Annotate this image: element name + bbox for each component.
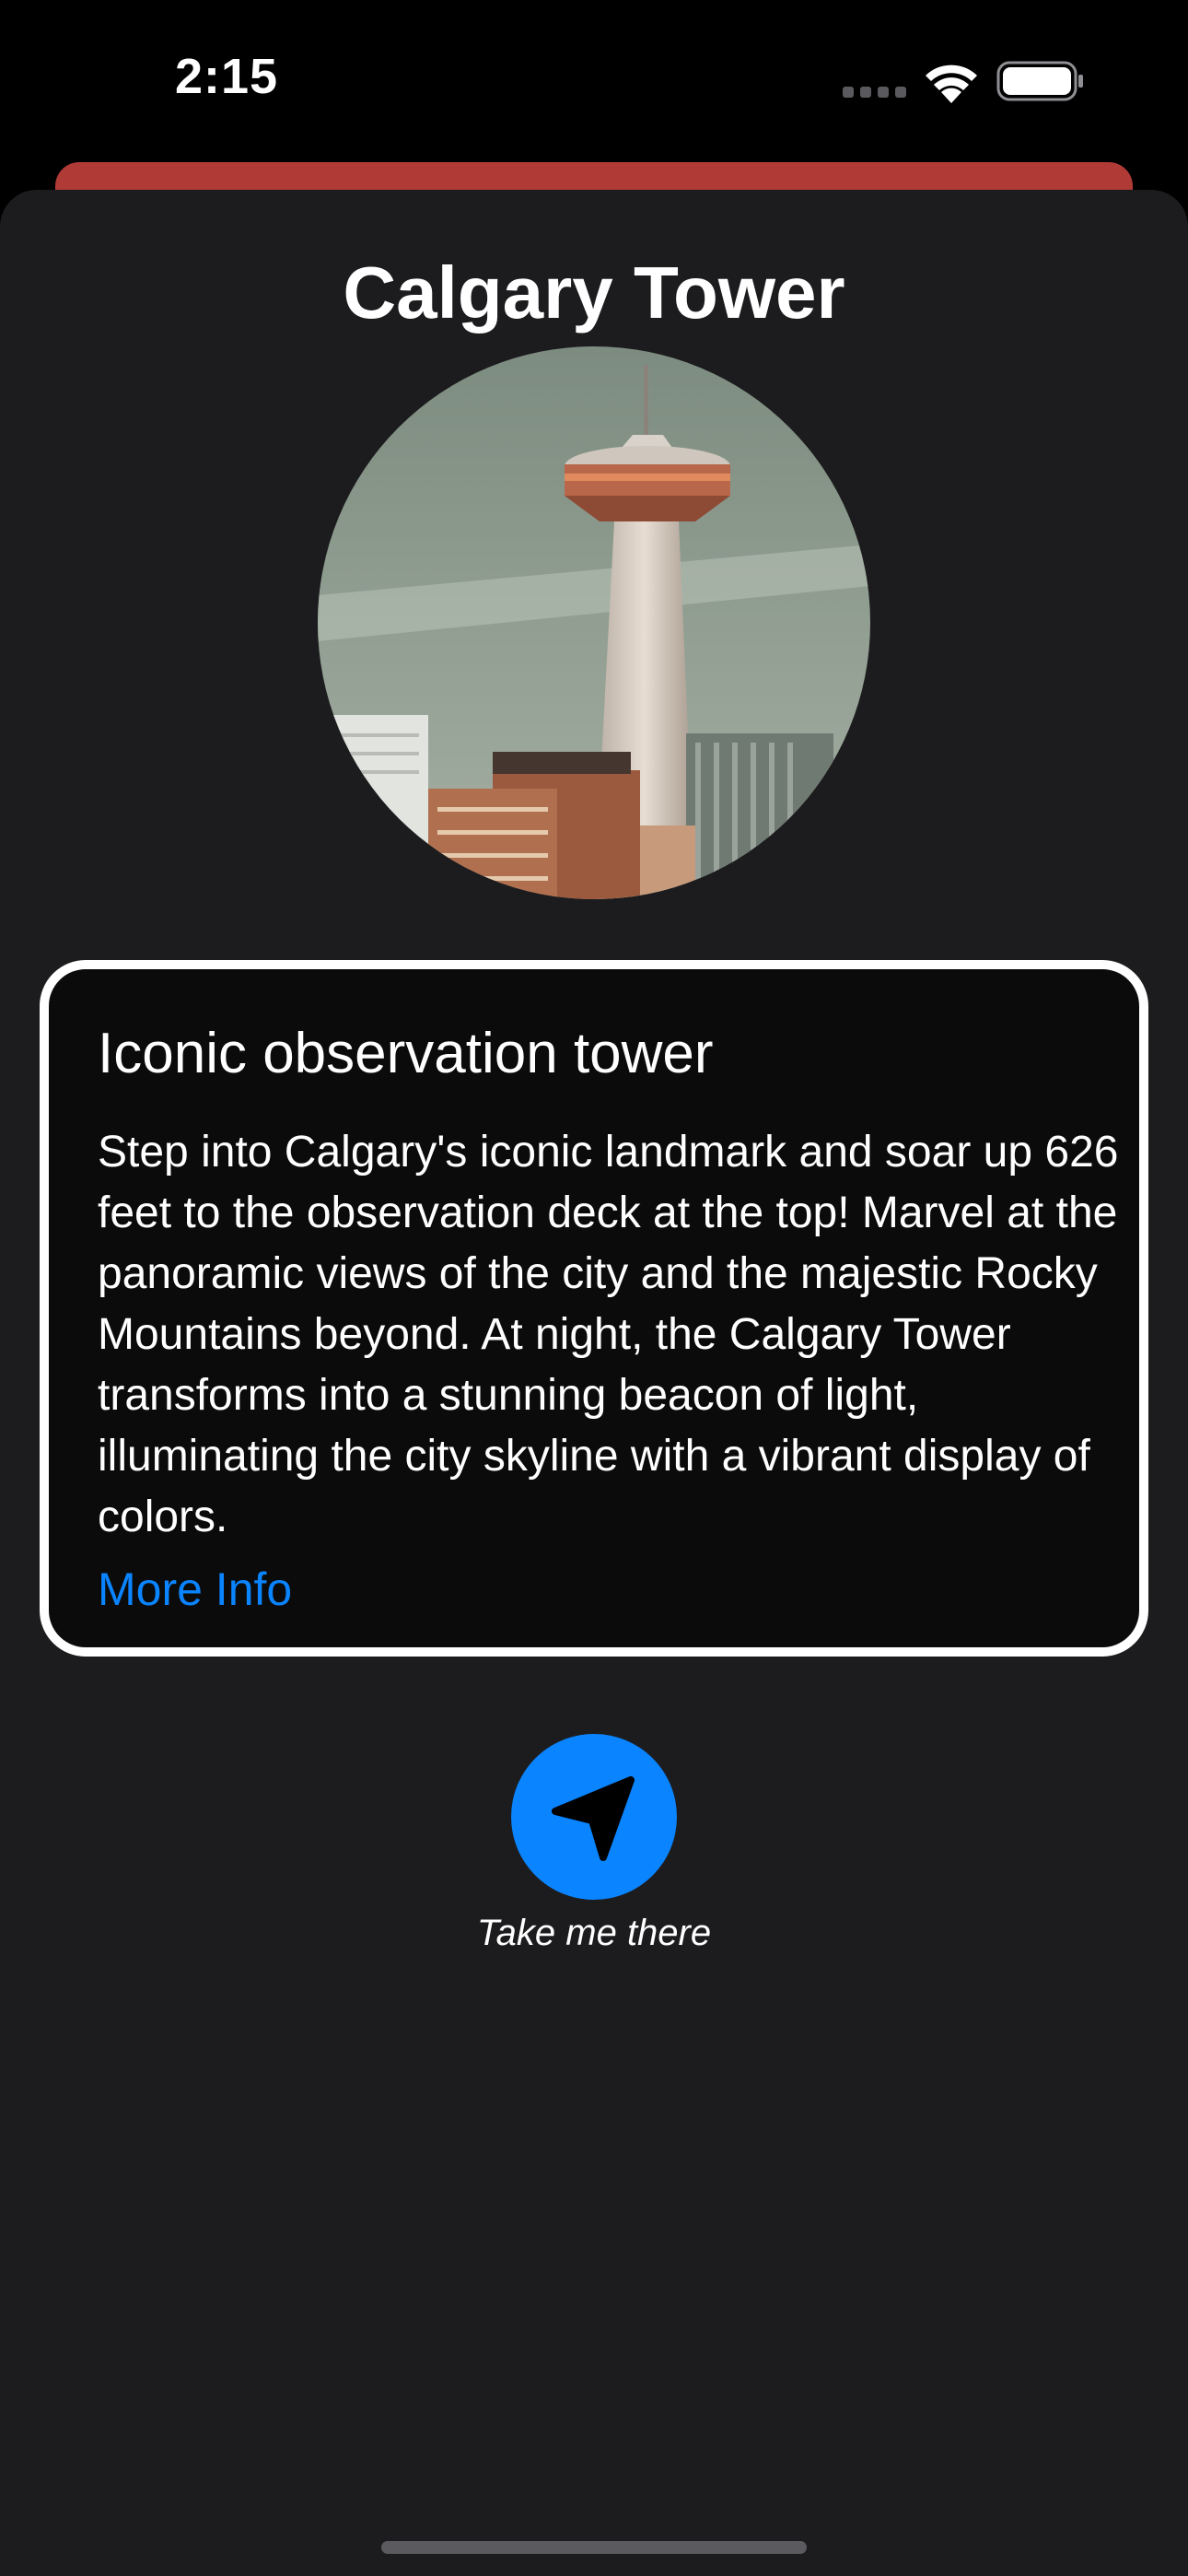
calgary-tower-photo bbox=[318, 346, 870, 899]
battery-icon bbox=[996, 61, 1083, 101]
status-bar: 2:15 bbox=[0, 0, 1188, 175]
status-time: 2:15 bbox=[175, 49, 279, 104]
cellular-dots-icon bbox=[843, 87, 907, 98]
location-arrow-icon bbox=[552, 1776, 635, 1861]
place-title: Calgary Tower bbox=[343, 252, 845, 334]
take-me-there-label: Take me there bbox=[476, 1913, 712, 1953]
more-info-link[interactable]: More Info bbox=[98, 1560, 292, 1619]
wifi-icon bbox=[926, 64, 977, 103]
take-me-there-button[interactable] bbox=[511, 1734, 677, 1900]
card-body: Step into Calgary's iconic landmark and … bbox=[98, 1128, 1119, 1541]
card-heading: Iconic observation tower bbox=[98, 1022, 714, 1085]
home-indicator[interactable] bbox=[381, 2541, 807, 2554]
description-card: Iconic observation tower Step into Calga… bbox=[40, 960, 1148, 1657]
